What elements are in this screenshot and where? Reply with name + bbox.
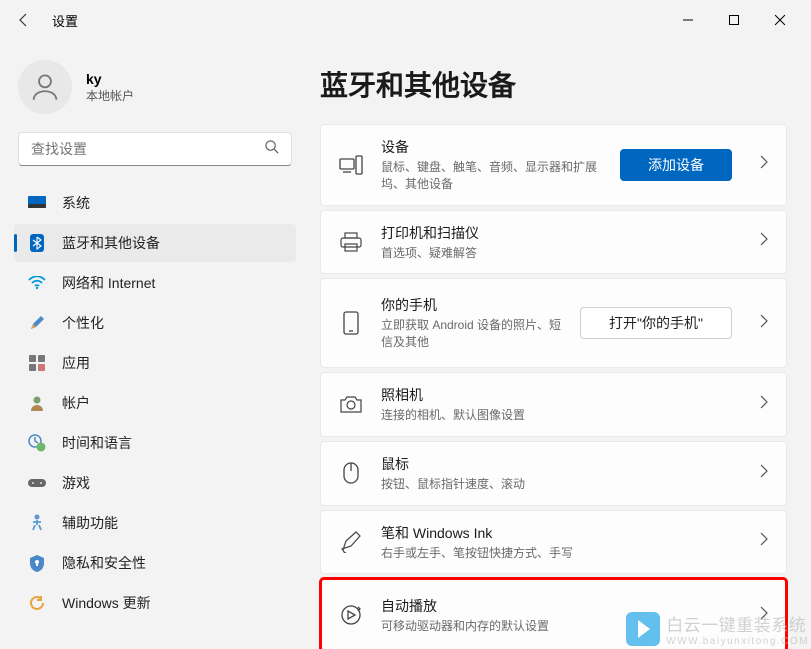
sidebar-item-label: 隐私和安全性 — [62, 553, 146, 573]
sidebar: ky 本地帐户 系统 蓝牙和其他设备 网络和 Internet — [0, 40, 310, 649]
card-title: 笔和 Windows Ink — [381, 523, 732, 543]
sidebar-item-accessibility[interactable]: 辅助功能 — [14, 504, 296, 542]
sidebar-item-time-language[interactable]: 时间和语言 — [14, 424, 296, 462]
close-icon — [774, 14, 786, 26]
chevron-right-icon — [760, 155, 768, 174]
card-subtitle: 鼠标、键盘、触笔、音频、显示器和扩展坞、其他设备 — [381, 159, 602, 193]
search-input[interactable] — [31, 141, 264, 157]
card-title: 照相机 — [381, 385, 732, 405]
bluetooth-icon — [28, 234, 46, 252]
sidebar-item-label: 应用 — [62, 353, 90, 373]
titlebar: 设置 — [0, 0, 811, 40]
window-controls — [665, 4, 803, 36]
sidebar-item-label: 帐户 — [62, 393, 90, 413]
sidebar-item-privacy[interactable]: 隐私和安全性 — [14, 544, 296, 582]
back-arrow-icon — [16, 12, 32, 28]
card-autoplay[interactable]: 自动播放 可移动驱动器和内存的默认设置 — [320, 578, 787, 649]
sidebar-item-system[interactable]: 系统 — [14, 184, 296, 222]
brush-icon — [28, 314, 46, 332]
search-icon — [264, 139, 279, 159]
add-device-button[interactable]: 添加设备 — [620, 149, 732, 181]
card-subtitle: 右手或左手、笔按钮快捷方式、手写 — [381, 545, 732, 562]
card-subtitle: 立即获取 Android 设备的照片、短信及其他 — [381, 317, 562, 351]
update-icon — [28, 594, 46, 612]
sidebar-item-label: 网络和 Internet — [62, 273, 155, 293]
shield-icon — [28, 554, 46, 572]
main-content: 蓝牙和其他设备 设备 鼠标、键盘、触笔、音频、显示器和扩展坞、其他设备 添加设备… — [310, 40, 811, 649]
card-subtitle: 可移动驱动器和内存的默认设置 — [381, 618, 732, 635]
window-title: 设置 — [52, 11, 78, 30]
camera-icon — [339, 395, 363, 413]
card-title: 鼠标 — [381, 454, 732, 474]
open-your-phone-button[interactable]: 打开"你的手机" — [580, 307, 732, 339]
sidebar-item-label: 系统 — [62, 193, 90, 213]
minimize-button[interactable] — [665, 4, 711, 36]
chevron-right-icon — [760, 395, 768, 414]
back-button[interactable] — [8, 4, 40, 36]
avatar — [18, 60, 72, 114]
card-subtitle: 连接的相机、默认图像设置 — [381, 407, 732, 424]
sidebar-item-apps[interactable]: 应用 — [14, 344, 296, 382]
chevron-right-icon — [760, 532, 768, 551]
card-mouse[interactable]: 鼠标 按钮、鼠标指针速度、滚动 — [320, 441, 787, 506]
card-subtitle: 按钮、鼠标指针速度、滚动 — [381, 476, 732, 493]
card-title: 打印机和扫描仪 — [381, 223, 732, 243]
search-box[interactable] — [18, 132, 292, 166]
autoplay-icon — [339, 604, 363, 626]
close-button[interactable] — [757, 4, 803, 36]
chevron-right-icon — [760, 314, 768, 333]
maximize-icon — [728, 14, 740, 26]
profile-subtitle: 本地帐户 — [86, 87, 134, 104]
apps-icon — [28, 354, 46, 372]
printer-icon — [339, 232, 363, 252]
mouse-icon — [339, 462, 363, 484]
account-icon — [28, 394, 46, 412]
sidebar-item-network[interactable]: 网络和 Internet — [14, 264, 296, 302]
card-your-phone[interactable]: 你的手机 立即获取 Android 设备的照片、短信及其他 打开"你的手机" — [320, 278, 787, 368]
profile-name: ky — [86, 71, 134, 87]
clock-globe-icon — [28, 434, 46, 452]
sidebar-item-label: 辅助功能 — [62, 513, 118, 533]
minimize-icon — [682, 14, 694, 26]
sidebar-item-windows-update[interactable]: Windows 更新 — [14, 584, 296, 622]
chevron-right-icon — [760, 606, 768, 625]
card-title: 自动播放 — [381, 596, 732, 616]
person-icon — [28, 70, 62, 104]
sidebar-item-label: 时间和语言 — [62, 433, 132, 453]
sidebar-item-bluetooth[interactable]: 蓝牙和其他设备 — [14, 224, 296, 262]
sidebar-item-accounts[interactable]: 帐户 — [14, 384, 296, 422]
sidebar-item-label: 游戏 — [62, 473, 90, 493]
card-title: 你的手机 — [381, 295, 562, 315]
pen-icon — [339, 531, 363, 553]
maximize-button[interactable] — [711, 4, 757, 36]
card-title: 设备 — [381, 137, 602, 157]
sidebar-item-label: 个性化 — [62, 313, 104, 333]
gamepad-icon — [28, 474, 46, 492]
chevron-right-icon — [760, 464, 768, 483]
card-pen[interactable]: 笔和 Windows Ink 右手或左手、笔按钮快捷方式、手写 — [320, 510, 787, 575]
card-camera[interactable]: 照相机 连接的相机、默认图像设置 — [320, 372, 787, 437]
sidebar-item-label: Windows 更新 — [62, 593, 151, 613]
page-title: 蓝牙和其他设备 — [320, 64, 787, 104]
chevron-right-icon — [760, 232, 768, 251]
sidebar-item-label: 蓝牙和其他设备 — [62, 233, 160, 253]
card-printers[interactable]: 打印机和扫描仪 首选项、疑难解答 — [320, 210, 787, 275]
nav-list: 系统 蓝牙和其他设备 网络和 Internet 个性化 应用 帐户 — [4, 184, 306, 622]
devices-icon — [339, 155, 363, 175]
phone-icon — [339, 311, 363, 335]
wifi-icon — [28, 274, 46, 292]
system-icon — [28, 194, 46, 212]
sidebar-item-gaming[interactable]: 游戏 — [14, 464, 296, 502]
sidebar-item-personalization[interactable]: 个性化 — [14, 304, 296, 342]
user-profile[interactable]: ky 本地帐户 — [4, 40, 306, 130]
card-devices[interactable]: 设备 鼠标、键盘、触笔、音频、显示器和扩展坞、其他设备 添加设备 — [320, 124, 787, 206]
card-subtitle: 首选项、疑难解答 — [381, 245, 732, 262]
accessibility-icon — [28, 514, 46, 532]
